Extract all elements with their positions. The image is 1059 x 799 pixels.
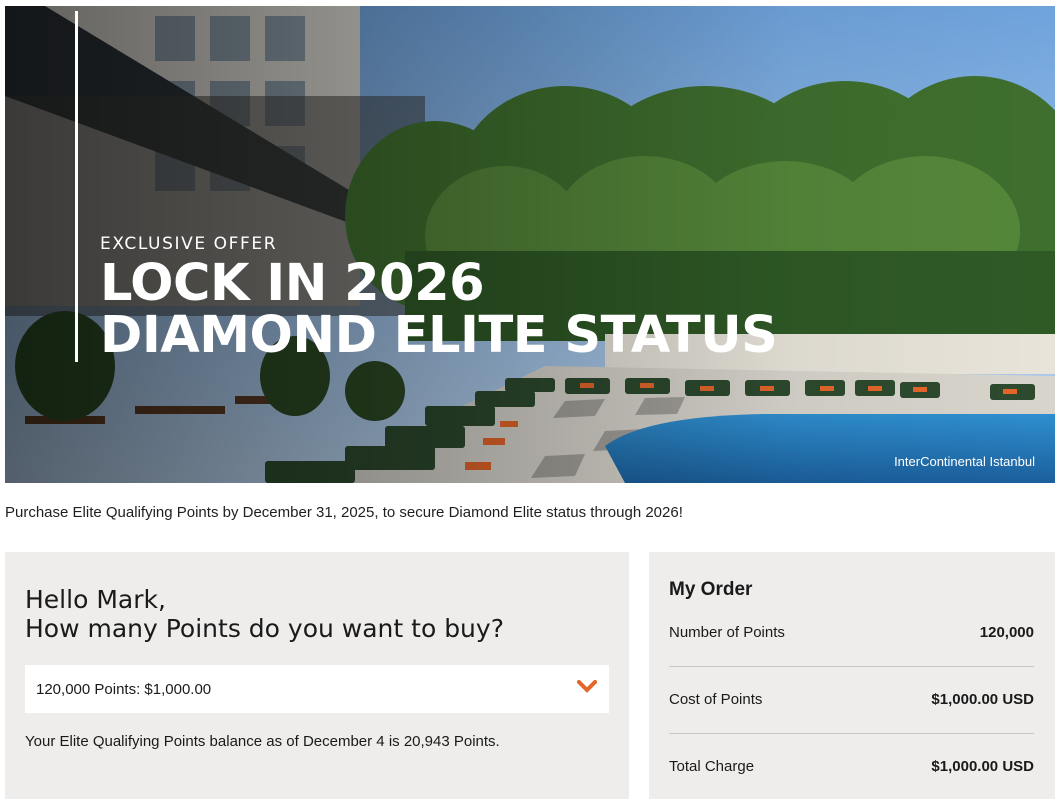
- points-dropdown-value: 120,000 Points: $1,000.00: [36, 680, 212, 698]
- order-summary-panel: My Order Number of Points 120,000 Cost o…: [649, 552, 1055, 799]
- order-row-total-charge: Total Charge $1,000.00 USD: [669, 758, 1034, 775]
- order-title: My Order: [669, 579, 753, 600]
- hero-vertical-rule: [75, 11, 78, 362]
- intro-text: Purchase Elite Qualifying Points by Dece…: [5, 504, 683, 521]
- photo-caption: InterContinental Istanbul: [894, 454, 1035, 469]
- order-row-cost-of-points: Cost of Points $1,000.00 USD: [669, 691, 1034, 708]
- hero-banner: EXCLUSIVE OFFER LOCK IN 2026 DIAMOND ELI…: [5, 6, 1055, 483]
- greeting-line1: Hello Mark,: [25, 585, 166, 614]
- chevron-down-icon: [577, 680, 597, 693]
- points-balance-text: Your Elite Qualifying Points balance as …: [25, 733, 500, 750]
- hero-eyebrow: EXCLUSIVE OFFER: [100, 234, 278, 254]
- order-row-label: Total Charge: [669, 758, 755, 775]
- order-divider: [669, 733, 1034, 734]
- order-row-value: 120,000: [979, 624, 1034, 641]
- order-row-value: $1,000.00 USD: [931, 758, 1034, 775]
- order-row-value: $1,000.00 USD: [931, 691, 1034, 708]
- purchase-panel: Hello Mark, How many Points do you want …: [5, 552, 629, 799]
- hero-text-block: EXCLUSIVE OFFER LOCK IN 2026 DIAMOND ELI…: [75, 11, 778, 365]
- greeting: Hello Mark, How many Points do you want …: [25, 585, 504, 643]
- order-row-label: Number of Points: [669, 624, 785, 641]
- greeting-line2: How many Points do you want to buy?: [25, 614, 504, 643]
- order-row-label: Cost of Points: [669, 691, 763, 708]
- order-divider: [669, 666, 1034, 667]
- hero-headline-line2: DIAMOND ELITE STATUS: [100, 306, 778, 365]
- order-row-number-of-points: Number of Points 120,000: [669, 624, 1034, 641]
- hero-headline-line1: LOCK IN 2026: [100, 254, 485, 313]
- points-dropdown[interactable]: 120,000 Points: $1,000.00: [25, 665, 609, 713]
